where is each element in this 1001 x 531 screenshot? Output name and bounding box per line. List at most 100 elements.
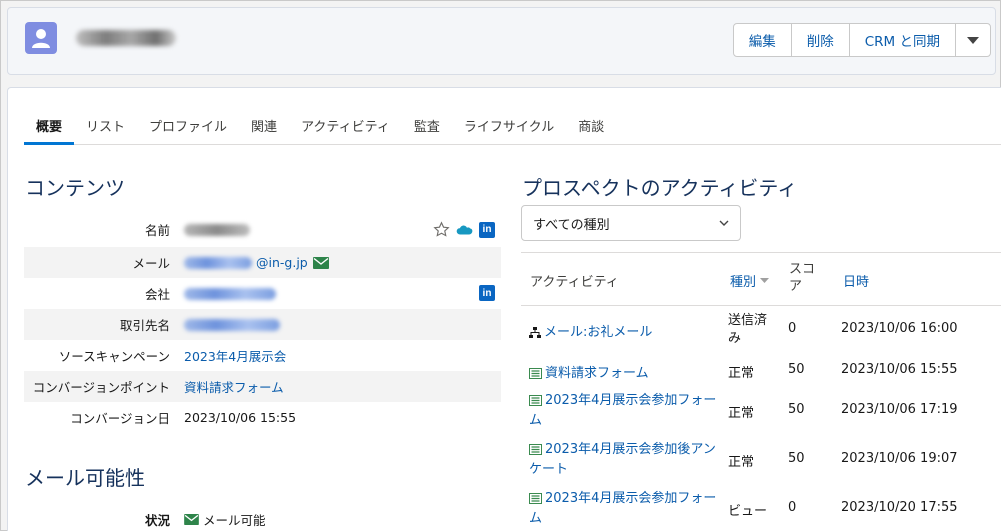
tab-audit[interactable]: 監査 [402, 102, 452, 145]
activity-name-link[interactable]: 資料請求フォーム [529, 362, 649, 381]
activity-date: 2023/10/06 17:19 [841, 402, 958, 417]
field-label: コンバージョンポイント [32, 380, 170, 395]
field-label: 状況 [144, 513, 170, 528]
more-actions-button[interactable] [956, 24, 990, 56]
redacted-text [184, 256, 252, 269]
form-icon [529, 368, 542, 379]
chevron-down-icon [719, 220, 729, 226]
column-type-sort[interactable]: 種別 [730, 271, 770, 290]
field-value: 資料請求フォーム [184, 377, 284, 396]
field-company: 会社 in [24, 278, 501, 309]
activity-name-cont: ム [529, 511, 543, 526]
activity-type-select[interactable]: すべての種別 [521, 205, 741, 241]
tab-activity[interactable]: アクティビティ [289, 102, 402, 145]
activity-score: 50 [788, 362, 805, 377]
activity-type-line2: み [728, 331, 742, 346]
field-value: メール可能 [184, 510, 266, 529]
activity-type-selected: すべての種別 [533, 217, 610, 233]
redacted-text [184, 223, 250, 236]
header-action-buttons: 編集 削除 CRM と同期 [732, 23, 991, 57]
field-value [184, 287, 276, 300]
field-conversion-point: コンバージョンポイント 資料請求フォーム [24, 371, 501, 402]
record-tabs: 概要 リスト プロファイル 関連 アクティビティ 監査 ライフサイクル 商談 [24, 102, 1001, 145]
redacted-text [184, 318, 280, 331]
sync-crm-button[interactable]: CRM と同期 [850, 24, 956, 56]
campaign-link[interactable]: 2023年4月展示会 [184, 346, 286, 365]
field-value: @in-g.jp [184, 255, 329, 270]
activity-name: 2023年4月展示会参加後アン [545, 442, 716, 457]
form-icon [529, 493, 542, 504]
linkedin-icon[interactable]: in [479, 221, 495, 238]
activity-type: 正常 [728, 406, 755, 421]
field-label: 名前 [144, 223, 170, 238]
activity-score: 50 [788, 402, 805, 417]
sort-desc-icon [760, 278, 770, 283]
tab-list[interactable]: リスト [74, 102, 137, 145]
activity-type: 送信済 み [728, 312, 767, 348]
field-label: 会社 [144, 287, 170, 302]
email-hierarchy-icon [529, 327, 541, 338]
column-activity: アクティビティ [530, 275, 619, 290]
edit-button[interactable]: 編集 [734, 24, 792, 56]
column-score-line2: ア [789, 279, 803, 294]
conversion-point-link[interactable]: 資料請求フォーム [184, 377, 284, 396]
contents-title: コンテンツ [25, 176, 125, 200]
activity-name-link[interactable]: 2023年4月展示会参加後アン ケート [529, 440, 729, 480]
email-icon [184, 514, 199, 525]
activity-name: 資料請求フォーム [545, 366, 649, 381]
field-value: 2023/10/06 15:55 [184, 410, 297, 425]
activity-row: 2023年4月展示会参加フォー ム ビュー 0 2023/10/20 17:55 [521, 489, 1001, 531]
linkedin-icon[interactable]: in [479, 285, 495, 301]
activity-type-line1: 送信済 [728, 313, 768, 328]
activity-score: 0 [788, 500, 797, 515]
activity-name-cont: ケート [529, 462, 569, 477]
activity-date: 2023/10/06 15:55 [841, 362, 958, 377]
mail-status-value: メール可能 [203, 513, 266, 528]
tab-lifecycle[interactable]: ライフサイクル [452, 102, 566, 145]
form-icon [529, 395, 542, 406]
column-score-line1: スコ [789, 262, 816, 277]
form-icon [529, 444, 542, 455]
prospect-avatar-icon [25, 22, 57, 54]
tab-profile[interactable]: プロファイル [137, 102, 239, 145]
record-header: 編集 削除 CRM と同期 [7, 7, 996, 75]
redacted-text [184, 287, 276, 300]
activity-row: メール:お礼メール 送信済 み 0 2023/10/06 16:00 [521, 312, 1001, 352]
activity-name: 2023年4月展示会参加フォー [545, 491, 717, 506]
tab-opportunity[interactable]: 商談 [566, 102, 616, 145]
field-account: 取引先名 [24, 309, 501, 340]
tab-overview[interactable]: 概要 [24, 102, 75, 145]
star-icon[interactable] [433, 221, 450, 238]
activity-name-link[interactable]: 2023年4月展示会参加フォー ム [529, 489, 729, 529]
column-date-sort[interactable]: 日時 [843, 271, 869, 290]
tab-related[interactable]: 関連 [239, 102, 289, 145]
activity-title: プロスペクトのアクティビティ [522, 176, 798, 200]
email-link[interactable]: @in-g.jp [256, 255, 308, 270]
field-label: メール [132, 256, 170, 271]
activity-name-link[interactable]: 2023年4月展示会参加フォー ム [529, 391, 729, 431]
activity-type: ビュー [728, 504, 768, 519]
field-value [184, 318, 280, 331]
delete-button[interactable]: 削除 [792, 24, 850, 56]
activity-name: 2023年4月展示会参加フォー [545, 393, 717, 408]
mail-title: メール可能性 [25, 466, 145, 490]
email-icon[interactable] [312, 256, 329, 269]
activity-date: 2023/10/06 19:07 [841, 451, 958, 466]
prospect-name-redacted [76, 30, 176, 46]
field-mail-status: 状況 メール可能 [24, 504, 501, 531]
activity-name-cont: ム [529, 413, 543, 428]
column-type-label: 種別 [730, 275, 757, 290]
name-row-icons: in [433, 221, 495, 238]
field-value [184, 223, 250, 236]
field-name: 名前 in [24, 214, 501, 245]
activity-row: 2023年4月展示会参加後アン ケート 正常 50 2023/10/06 19:… [521, 440, 1001, 484]
activity-name: メール:お礼メール [544, 325, 653, 340]
field-conversion-date: コンバージョン日 2023/10/06 15:55 [24, 402, 501, 433]
activity-date: 2023/10/06 16:00 [841, 321, 958, 336]
field-value: 2023年4月展示会 [184, 346, 286, 365]
field-label: コンバージョン日 [70, 411, 170, 426]
salesforce-cloud-icon[interactable] [456, 223, 473, 236]
activity-row: 資料請求フォーム 正常 50 2023/10/06 15:55 [521, 360, 1001, 390]
activity-name-link[interactable]: メール:お礼メール [529, 321, 652, 340]
activity-type: 正常 [728, 455, 755, 470]
